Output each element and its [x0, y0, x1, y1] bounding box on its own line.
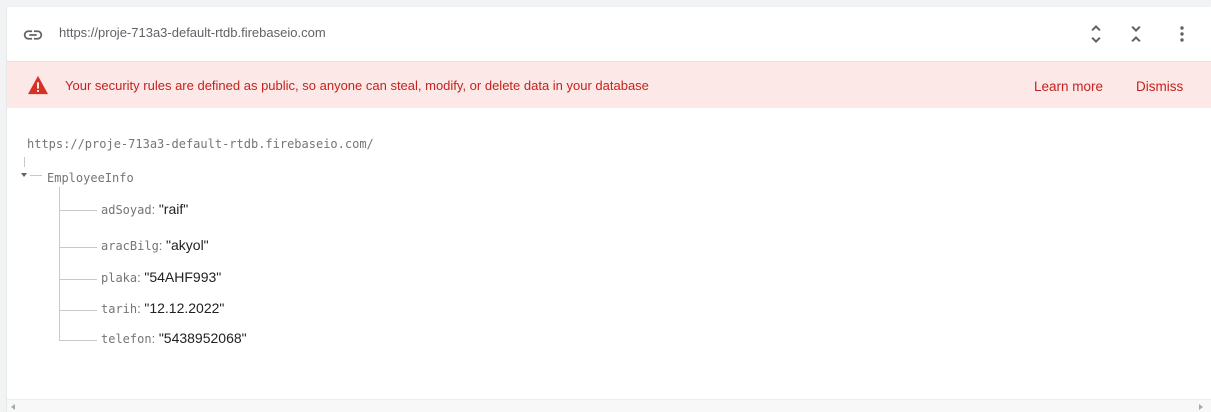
tree-connector	[59, 310, 97, 311]
leaf-key: tarih	[101, 302, 138, 316]
leaf-value[interactable]: "54AHF993"	[144, 269, 221, 285]
leaf-value[interactable]: "12.12.2022"	[144, 300, 224, 316]
more-vert-icon[interactable]	[1170, 22, 1194, 46]
scroll-left-icon[interactable]	[11, 404, 15, 410]
leaf-key: aracBilg	[101, 239, 159, 253]
leaf-value[interactable]: "akyol"	[166, 237, 209, 253]
tree-leaf-tarih[interactable]: tarih: "12.12.2022"	[101, 300, 224, 318]
warning-icon	[28, 75, 48, 95]
horizontal-scrollbar[interactable]	[7, 399, 1211, 412]
tree-node-employeeinfo[interactable]: EmployeeInfo	[47, 171, 134, 185]
tree-connector	[59, 340, 97, 341]
scroll-right-icon[interactable]	[1199, 404, 1203, 410]
collapse-caret-icon[interactable]	[21, 173, 27, 177]
leaf-key: telefon	[101, 332, 152, 346]
expand-all-icon[interactable]	[1084, 22, 1108, 46]
tree-connector	[59, 247, 97, 248]
tree-leaf-aracbilg[interactable]: aracBilg: "akyol"	[101, 237, 209, 255]
database-url[interactable]: https://proje-713a3-default-rtdb.firebas…	[59, 25, 326, 40]
security-warning-banner: Your security rules are defined as publi…	[7, 62, 1211, 108]
leaf-key: plaka	[101, 271, 138, 285]
link-icon	[23, 30, 43, 40]
tree-connector	[24, 157, 25, 167]
learn-more-link[interactable]: Learn more	[1034, 79, 1103, 94]
leaf-value[interactable]: "raif"	[159, 201, 188, 217]
tree-connector	[59, 279, 97, 280]
tree-connector	[59, 210, 97, 211]
dismiss-button[interactable]: Dismiss	[1136, 79, 1183, 94]
tree-leaf-adsoyad[interactable]: adSoyad: "raif"	[101, 201, 188, 219]
leaf-value[interactable]: "5438952068"	[159, 330, 247, 346]
tree-root-url[interactable]: https://proje-713a3-default-rtdb.firebas…	[27, 137, 374, 151]
tree-leaf-plaka[interactable]: plaka: "54AHF993"	[101, 269, 221, 287]
security-warning-message: Your security rules are defined as publi…	[65, 78, 649, 93]
tree-leaf-telefon[interactable]: telefon: "5438952068"	[101, 330, 247, 348]
collapse-all-icon[interactable]	[1124, 22, 1148, 46]
database-panel: https://proje-713a3-default-rtdb.firebas…	[7, 7, 1211, 412]
database-url-bar: https://proje-713a3-default-rtdb.firebas…	[7, 7, 1211, 62]
leaf-key: adSoyad	[101, 203, 152, 217]
tree-connector	[30, 175, 42, 176]
